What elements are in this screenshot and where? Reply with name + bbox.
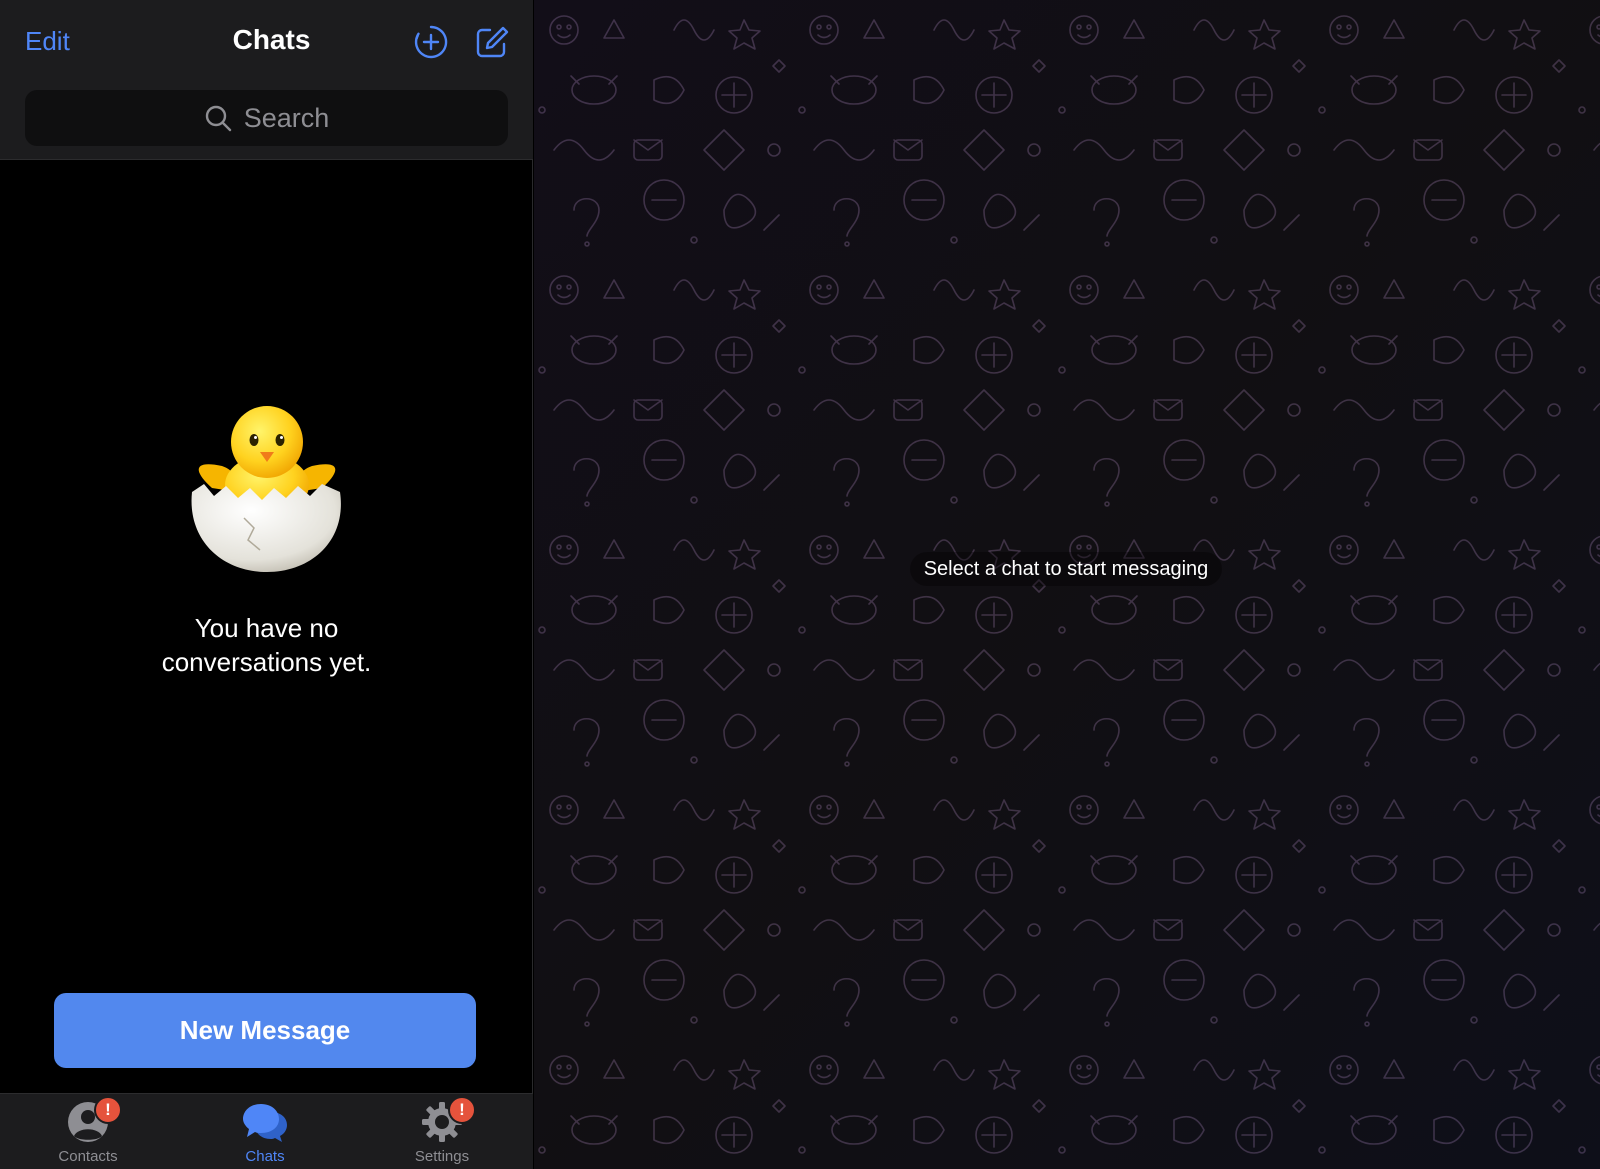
hatching-chick-icon <box>191 406 341 572</box>
tab-settings-label: Settings <box>414 1148 470 1165</box>
tab-contacts[interactable]: ! Contacts <box>28 1096 148 1165</box>
compose-icon[interactable] <box>474 24 510 60</box>
select-chat-placeholder: Select a chat to start messaging <box>910 552 1222 586</box>
search-icon <box>205 105 231 132</box>
gear-icon: ! <box>418 1096 476 1144</box>
person-icon: ! <box>64 1096 122 1144</box>
contacts-badge: ! <box>94 1096 122 1124</box>
page-title-text: Chats <box>232 24 311 55</box>
new-message-button[interactable]: New Message <box>54 993 476 1068</box>
page-title: Chats <box>0 24 533 56</box>
telegram-app: Edit Chats Search You have no conversati… <box>0 0 1600 1169</box>
tab-settings[interactable]: ! Settings <box>382 1096 502 1165</box>
tab-chats[interactable]: Chats <box>205 1100 325 1165</box>
chat-list-header: Edit Chats Search <box>0 0 533 160</box>
settings-badge: ! <box>448 1096 476 1124</box>
chat-bubbles-icon <box>241 1100 289 1144</box>
empty-state: You have no conversations yet. <box>0 400 533 679</box>
tab-chats-label: Chats <box>245 1148 285 1165</box>
empty-state-message: You have no conversations yet. <box>161 613 372 677</box>
search-placeholder: Search <box>243 102 330 133</box>
tab-bar: ! Contacts Chats ! Settings <box>0 1093 533 1169</box>
tab-contacts-label: Contacts <box>58 1148 118 1165</box>
chat-placeholder-pane: Select a chat to start messaging <box>534 0 1600 1169</box>
plus-circle-icon[interactable] <box>413 24 449 60</box>
search-field[interactable]: Search <box>25 90 508 146</box>
chat-list-sidebar: Edit Chats Search You have no conversati… <box>0 0 533 1169</box>
